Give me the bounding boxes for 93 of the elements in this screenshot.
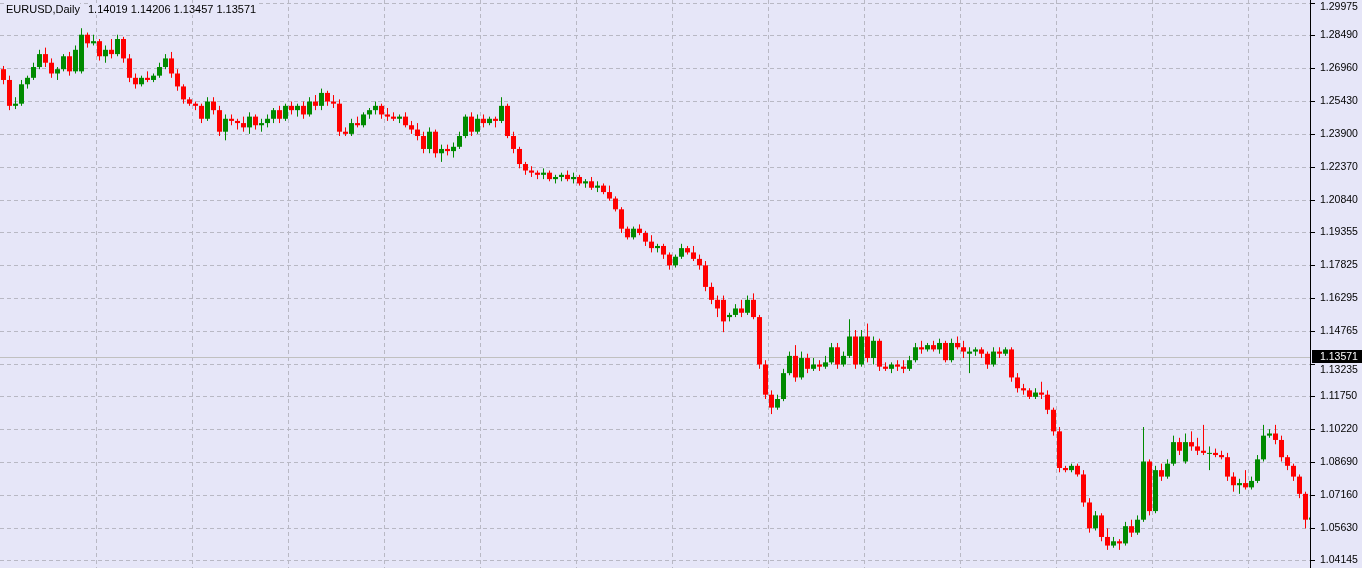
candlestick bbox=[1015, 372, 1020, 394]
candlestick bbox=[43, 47, 48, 68]
candlestick bbox=[37, 49, 42, 70]
candlestick bbox=[1261, 424, 1266, 463]
candlestick bbox=[1099, 512, 1104, 542]
candlestick bbox=[115, 34, 120, 57]
price-label: 1.22370 bbox=[1320, 160, 1358, 173]
candlestick bbox=[49, 57, 54, 79]
candlestick bbox=[121, 36, 126, 64]
price-label: 1.13235 bbox=[1320, 363, 1358, 376]
candlestick bbox=[319, 88, 324, 111]
candlestick bbox=[427, 126, 432, 154]
candlestick bbox=[1189, 430, 1194, 452]
candlestick bbox=[469, 111, 474, 137]
candlestick bbox=[1279, 435, 1284, 463]
price-label: 1.23900 bbox=[1320, 127, 1358, 140]
price-label: 1.26960 bbox=[1320, 61, 1358, 74]
price-label: 1.29975 bbox=[1320, 0, 1358, 13]
candlestick bbox=[127, 53, 132, 83]
candlestick bbox=[1165, 458, 1170, 480]
candlestick bbox=[1, 65, 6, 85]
price-label: 1.08690 bbox=[1320, 455, 1358, 468]
candlestick bbox=[1123, 521, 1128, 547]
price-label: 1.10220 bbox=[1320, 422, 1358, 435]
current-price-tag: 1.13571 bbox=[1312, 350, 1362, 363]
candlestick bbox=[1105, 527, 1110, 551]
candlestick bbox=[463, 113, 468, 139]
price-label: 1.11750 bbox=[1320, 389, 1358, 402]
candlestick bbox=[181, 83, 186, 105]
symbol-label: EURUSD,Daily bbox=[6, 3, 80, 15]
candlestick bbox=[97, 38, 102, 62]
candlestick bbox=[847, 318, 852, 359]
candlestick bbox=[1045, 389, 1050, 415]
candlestick bbox=[1171, 435, 1176, 467]
candlestick bbox=[1207, 445, 1212, 471]
candlestick bbox=[1135, 514, 1140, 536]
candlestick bbox=[247, 111, 252, 135]
candlestick bbox=[943, 340, 948, 363]
price-label: 1.16295 bbox=[1320, 291, 1358, 304]
price-label: 1.20840 bbox=[1320, 193, 1358, 206]
price-label: 1.05630 bbox=[1320, 521, 1358, 534]
candlestick bbox=[913, 342, 918, 363]
price-label: 1.19355 bbox=[1320, 225, 1358, 238]
candlestick bbox=[1231, 471, 1236, 493]
candlestick bbox=[169, 51, 174, 79]
candlestick bbox=[205, 96, 210, 122]
candlestick bbox=[619, 206, 624, 234]
candlestick bbox=[499, 96, 504, 124]
candlestick bbox=[517, 146, 522, 169]
price-label: 1.28490 bbox=[1320, 28, 1358, 41]
candlestick bbox=[967, 346, 972, 374]
candlestick bbox=[1051, 407, 1056, 437]
candlestick bbox=[709, 282, 714, 305]
candlestick bbox=[991, 346, 996, 368]
candlestick bbox=[475, 113, 480, 135]
candlestick bbox=[799, 351, 804, 381]
candlestick bbox=[175, 68, 180, 92]
candlestick bbox=[871, 335, 876, 366]
candlestick bbox=[1255, 454, 1260, 484]
candlestick bbox=[67, 51, 72, 77]
price-label: 1.07160 bbox=[1320, 488, 1358, 501]
candlestick bbox=[1183, 432, 1188, 465]
candlestick bbox=[19, 79, 24, 107]
candlestick bbox=[829, 342, 834, 366]
ohlc-values: 1.14019 1.14206 1.13457 1.13571 bbox=[87, 3, 257, 15]
candlestick bbox=[865, 323, 870, 363]
candlestick bbox=[1225, 452, 1230, 482]
price-label: 1.17825 bbox=[1320, 258, 1358, 271]
candlestick bbox=[433, 129, 438, 159]
candlestick bbox=[835, 342, 840, 370]
candlestick bbox=[1243, 469, 1248, 491]
candlestick bbox=[217, 105, 222, 137]
candlestick bbox=[1201, 424, 1206, 456]
candlestick bbox=[703, 260, 708, 292]
candlestick bbox=[307, 96, 312, 118]
candlestick bbox=[793, 344, 798, 383]
candlestick bbox=[769, 389, 774, 415]
price-label: 1.25430 bbox=[1320, 94, 1358, 107]
candlestick bbox=[223, 113, 228, 141]
candlestick bbox=[949, 338, 954, 363]
candlestick bbox=[745, 295, 750, 316]
price-label: 1.14765 bbox=[1320, 324, 1358, 337]
candlestick bbox=[787, 351, 792, 376]
candlestick bbox=[1273, 424, 1278, 445]
candlestick bbox=[805, 353, 810, 374]
candlestick bbox=[199, 103, 204, 124]
candlestick bbox=[751, 292, 756, 320]
candlestick bbox=[1093, 510, 1098, 531]
candlestick bbox=[511, 131, 516, 154]
candlestick bbox=[421, 131, 426, 154]
candlestick bbox=[1297, 473, 1302, 499]
price-label: 1.04145 bbox=[1320, 553, 1358, 566]
candlestick bbox=[109, 38, 114, 59]
